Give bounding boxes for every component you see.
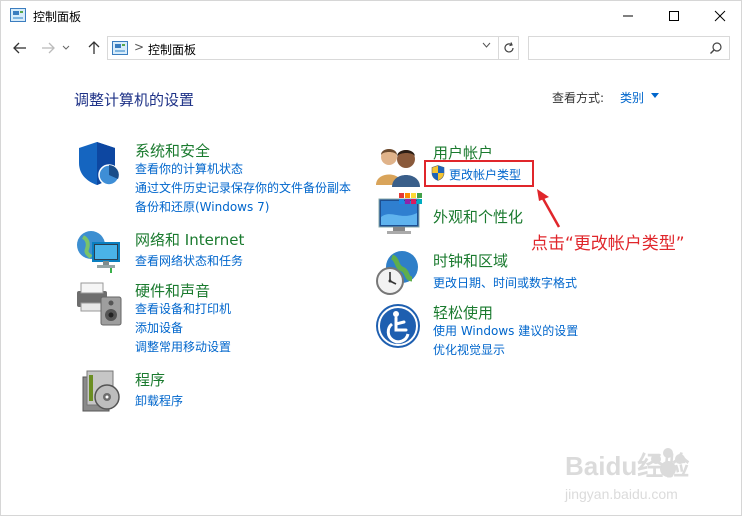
refresh-icon	[503, 42, 514, 53]
link-mobility-settings[interactable]: 调整常用移动设置	[135, 338, 231, 355]
search-icon	[710, 42, 722, 54]
network-globe-icon[interactable]	[75, 227, 123, 275]
recent-locations-button[interactable]	[59, 35, 73, 61]
security-shield-icon[interactable]	[75, 139, 123, 187]
watermark-url: jingyan.baidu.com	[564, 486, 678, 502]
category-title-system[interactable]: 系统和安全	[135, 140, 210, 161]
back-button[interactable]	[9, 35, 31, 61]
users-icon[interactable]	[374, 141, 422, 189]
link-view-computer-status[interactable]: 查看你的计算机状态	[135, 160, 243, 177]
arrow-up-icon	[88, 41, 100, 54]
category-title-programs[interactable]: 程序	[135, 369, 165, 390]
baidu-jingyan-watermark: Baidu经验 jingyan.baidu.com	[564, 448, 689, 502]
close-icon	[714, 10, 726, 22]
maximize-button[interactable]	[651, 1, 697, 31]
forward-button[interactable]	[37, 35, 59, 61]
title-bar[interactable]: 控制面板	[1, 1, 741, 31]
chevron-down-icon[interactable]	[482, 40, 491, 51]
category-title-network[interactable]: 网络和 Internet	[135, 229, 244, 250]
annotation-text: 点击“更改帐户类型”	[531, 234, 685, 254]
address-bar[interactable]: > 控制面板	[107, 36, 499, 60]
view-by-label: 查看方式:	[552, 91, 605, 105]
close-button[interactable]	[697, 1, 742, 31]
link-uninstall-program[interactable]: 卸载程序	[135, 392, 183, 409]
maximize-icon	[669, 11, 679, 21]
programs-disc-icon[interactable]	[79, 367, 127, 415]
navigation-bar: > 控制面板	[1, 35, 741, 61]
highlight-box	[424, 160, 534, 187]
window-title: 控制面板	[33, 10, 82, 24]
link-backup-restore[interactable]: 备份和还原(Windows 7)	[135, 198, 269, 215]
link-file-history[interactable]: 通过文件历史记录保存你的文件备份副本	[135, 179, 351, 196]
display-palette-icon[interactable]	[375, 191, 423, 239]
arrow-right-icon	[42, 42, 55, 54]
up-button[interactable]	[83, 35, 105, 61]
arrow-left-icon	[13, 42, 26, 54]
clock-globe-icon[interactable]	[374, 249, 422, 297]
link-windows-recommended-settings[interactable]: 使用 Windows 建议的设置	[433, 322, 578, 339]
minimize-button[interactable]	[605, 1, 651, 31]
search-input[interactable]	[528, 36, 730, 60]
breadcrumb-control-panel[interactable]: 控制面板	[148, 41, 196, 58]
view-by-dropdown[interactable]: 类别	[620, 89, 644, 106]
breadcrumb-separator[interactable]: >	[134, 40, 144, 54]
control-panel-icon	[112, 41, 128, 55]
page-title: 调整计算机的设置	[74, 91, 195, 109]
refresh-button[interactable]	[499, 36, 519, 60]
category-title-clock[interactable]: 时钟和区域	[433, 250, 508, 271]
category-title-appearance[interactable]: 外观和个性化	[433, 206, 523, 227]
link-add-device[interactable]: 添加设备	[135, 319, 183, 336]
link-devices-printers[interactable]: 查看设备和打印机	[135, 300, 231, 317]
category-title-hardware[interactable]: 硬件和声音	[135, 280, 210, 301]
minimize-icon	[623, 15, 633, 17]
control-panel-icon	[10, 8, 26, 22]
printer-speaker-icon[interactable]	[75, 279, 123, 327]
chevron-down-icon	[62, 45, 70, 50]
link-optimize-visual-display[interactable]: 优化视觉显示	[433, 341, 505, 358]
link-network-status[interactable]: 查看网络状态和任务	[135, 252, 243, 269]
watermark-brand: Baidu经验	[565, 451, 689, 481]
chevron-down-icon[interactable]	[651, 93, 659, 98]
annotation-arrow-icon	[537, 189, 561, 228]
control-panel-window: 控制面板 > 控制面板 调整计算机的设置 查看方式: 类别 系统和安全 查看你的…	[0, 0, 742, 516]
ease-of-access-icon[interactable]	[374, 302, 422, 350]
link-change-date-time[interactable]: 更改日期、时间或数字格式	[433, 274, 577, 291]
category-title-ease[interactable]: 轻松使用	[433, 302, 493, 323]
